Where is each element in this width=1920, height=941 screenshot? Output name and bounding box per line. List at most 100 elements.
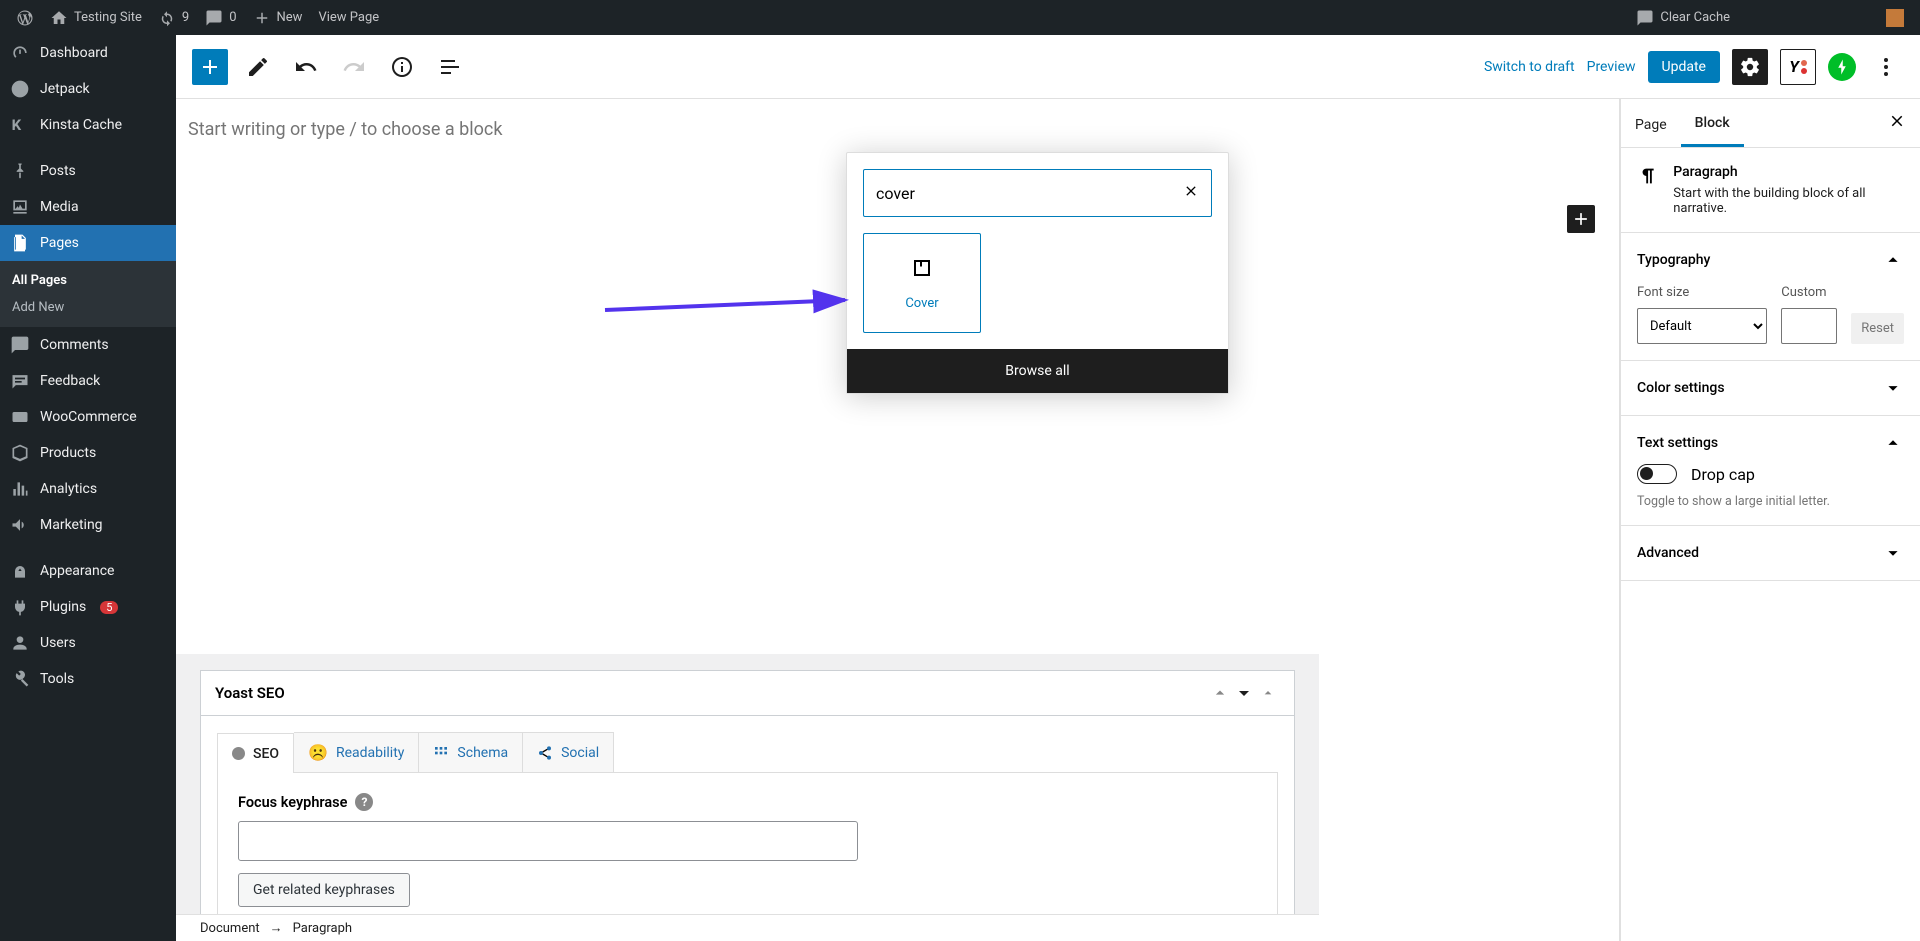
sidebar-item-dashboard[interactable]: Dashboard bbox=[0, 35, 176, 71]
text-settings-title: Text settings bbox=[1637, 435, 1718, 451]
chevron-up-icon[interactable] bbox=[1882, 249, 1904, 271]
yoast-panel: Yoast SEO SEO ☹️Readability Schema Socia… bbox=[200, 670, 1295, 914]
edit-mode-button[interactable] bbox=[240, 49, 276, 85]
adminbar-gap bbox=[1738, 0, 1878, 35]
font-size-select[interactable]: Default bbox=[1637, 308, 1767, 344]
tab-page[interactable]: Page bbox=[1621, 101, 1681, 146]
sidebar-item-products[interactable]: Products bbox=[0, 435, 176, 471]
sidebar-item-jetpack[interactable]: Jetpack bbox=[0, 71, 176, 107]
tab-social[interactable]: Social bbox=[523, 732, 614, 772]
breadcrumb-doc[interactable]: Document bbox=[200, 921, 260, 936]
tab-seo[interactable]: SEO bbox=[217, 733, 294, 773]
editor-header: Switch to draft Preview Update Y bbox=[176, 35, 1920, 99]
updates[interactable]: 9 bbox=[150, 0, 197, 35]
settings-button[interactable] bbox=[1732, 49, 1768, 85]
tab-readability[interactable]: ☹️Readability bbox=[294, 732, 419, 772]
new[interactable]: New bbox=[245, 0, 311, 35]
add-block-button[interactable] bbox=[192, 49, 228, 85]
details-button[interactable] bbox=[384, 49, 420, 85]
custom-font-input[interactable] bbox=[1781, 308, 1837, 344]
sidebar-item-marketing[interactable]: Marketing bbox=[0, 507, 176, 543]
switch-to-draft[interactable]: Switch to draft bbox=[1484, 59, 1575, 75]
sidebar-item-users[interactable]: Users bbox=[0, 625, 176, 661]
pin-icon bbox=[10, 161, 30, 181]
browse-all-button[interactable]: Browse all bbox=[847, 349, 1228, 393]
outline-button[interactable] bbox=[432, 49, 468, 85]
list-icon bbox=[438, 55, 462, 79]
sidebar-item-comments[interactable]: Comments bbox=[0, 327, 176, 363]
advanced-section[interactable]: Advanced bbox=[1621, 526, 1920, 581]
focus-keyphrase-input[interactable] bbox=[238, 821, 858, 861]
sub-add-new[interactable]: Add New bbox=[0, 294, 176, 321]
sidebar-item-feedback[interactable]: Feedback bbox=[0, 363, 176, 399]
more-options-button[interactable] bbox=[1868, 49, 1904, 85]
admin-sidebar: Dashboard Jetpack KKinsta Cache Posts Me… bbox=[0, 35, 176, 941]
appearance-icon bbox=[10, 561, 30, 581]
font-size-label: Font size bbox=[1637, 285, 1767, 300]
jetpack-button[interactable] bbox=[1828, 53, 1856, 81]
dashboard-icon bbox=[10, 43, 30, 63]
clear-cache[interactable]: Clear Cache bbox=[1628, 0, 1738, 35]
view-page[interactable]: View Page bbox=[310, 0, 387, 35]
color-settings-section[interactable]: Color settings bbox=[1621, 361, 1920, 416]
gear-icon bbox=[1739, 56, 1761, 78]
woo-icon bbox=[10, 407, 30, 427]
yoast-panel-title: Yoast SEO bbox=[215, 684, 1208, 702]
kinsta-icon: K bbox=[10, 115, 30, 135]
yoast-button[interactable]: Y bbox=[1780, 49, 1816, 85]
pencil-icon bbox=[246, 55, 270, 79]
sidebar-item-media[interactable]: Media bbox=[0, 189, 176, 225]
analytics-icon bbox=[10, 479, 30, 499]
sidebar-item-posts[interactable]: Posts bbox=[0, 153, 176, 189]
sidebar-item-kinsta[interactable]: KKinsta Cache bbox=[0, 107, 176, 143]
comments[interactable]: 0 bbox=[197, 0, 244, 35]
sidebar-item-woocommerce[interactable]: WooCommerce bbox=[0, 399, 176, 435]
plugin-icon bbox=[10, 597, 30, 617]
close-icon bbox=[1888, 112, 1906, 130]
user-avatar[interactable] bbox=[1878, 0, 1912, 35]
feedback-icon bbox=[10, 371, 30, 391]
inspector-close-button[interactable] bbox=[1874, 101, 1920, 145]
paragraph-placeholder[interactable]: Start writing or type / to choose a bloc… bbox=[188, 119, 1607, 140]
wp-logo[interactable] bbox=[8, 0, 42, 35]
panel-toggle-button[interactable] bbox=[1256, 681, 1280, 705]
undo-button[interactable] bbox=[288, 49, 324, 85]
media-icon bbox=[10, 197, 30, 217]
breadcrumb-current[interactable]: Paragraph bbox=[293, 921, 352, 936]
sidebar-item-plugins[interactable]: Plugins5 bbox=[0, 589, 176, 625]
site-name[interactable]: Testing Site bbox=[42, 0, 150, 35]
redo-icon bbox=[342, 55, 366, 79]
tab-schema[interactable]: Schema bbox=[419, 732, 523, 772]
inserter-search-input[interactable] bbox=[876, 184, 1183, 203]
update-button[interactable]: Update bbox=[1648, 51, 1720, 83]
get-related-button[interactable]: Get related keyphrases bbox=[238, 873, 410, 907]
help-icon[interactable]: ? bbox=[355, 793, 373, 811]
admin-bar: Testing Site 9 0 New View Page Clear Cac… bbox=[0, 0, 1920, 35]
drop-cap-hint: Toggle to show a large initial letter. bbox=[1637, 494, 1904, 509]
marketing-icon bbox=[10, 515, 30, 535]
focus-keyphrase-label: Focus keyphrase? bbox=[238, 793, 1257, 811]
panel-up-button[interactable] bbox=[1208, 681, 1232, 705]
sidebar-item-analytics[interactable]: Analytics bbox=[0, 471, 176, 507]
block-cover[interactable]: Cover bbox=[863, 233, 981, 333]
block-inserter: Cover Browse all bbox=[846, 152, 1229, 394]
preview-button[interactable]: Preview bbox=[1587, 59, 1636, 75]
pages-icon bbox=[10, 233, 30, 253]
yoast-tabs: SEO ☹️Readability Schema Social bbox=[217, 732, 1278, 773]
panel-down-button[interactable] bbox=[1232, 681, 1256, 705]
redo-button[interactable] bbox=[336, 49, 372, 85]
plus-icon bbox=[198, 55, 222, 79]
info-icon bbox=[390, 55, 414, 79]
sub-all-pages[interactable]: All Pages bbox=[0, 267, 176, 294]
clear-search-button[interactable] bbox=[1183, 183, 1199, 204]
block-appender-button[interactable] bbox=[1567, 205, 1595, 233]
reset-button[interactable]: Reset bbox=[1851, 313, 1904, 344]
paragraph-icon bbox=[1637, 164, 1659, 188]
drop-cap-toggle[interactable] bbox=[1637, 464, 1677, 484]
plus-icon bbox=[1571, 209, 1591, 229]
sidebar-item-appearance[interactable]: Appearance bbox=[0, 553, 176, 589]
chevron-up-icon[interactable] bbox=[1882, 432, 1904, 454]
tab-block[interactable]: Block bbox=[1681, 99, 1744, 147]
sidebar-item-tools[interactable]: Tools bbox=[0, 661, 176, 697]
sidebar-item-pages[interactable]: Pages bbox=[0, 225, 176, 261]
